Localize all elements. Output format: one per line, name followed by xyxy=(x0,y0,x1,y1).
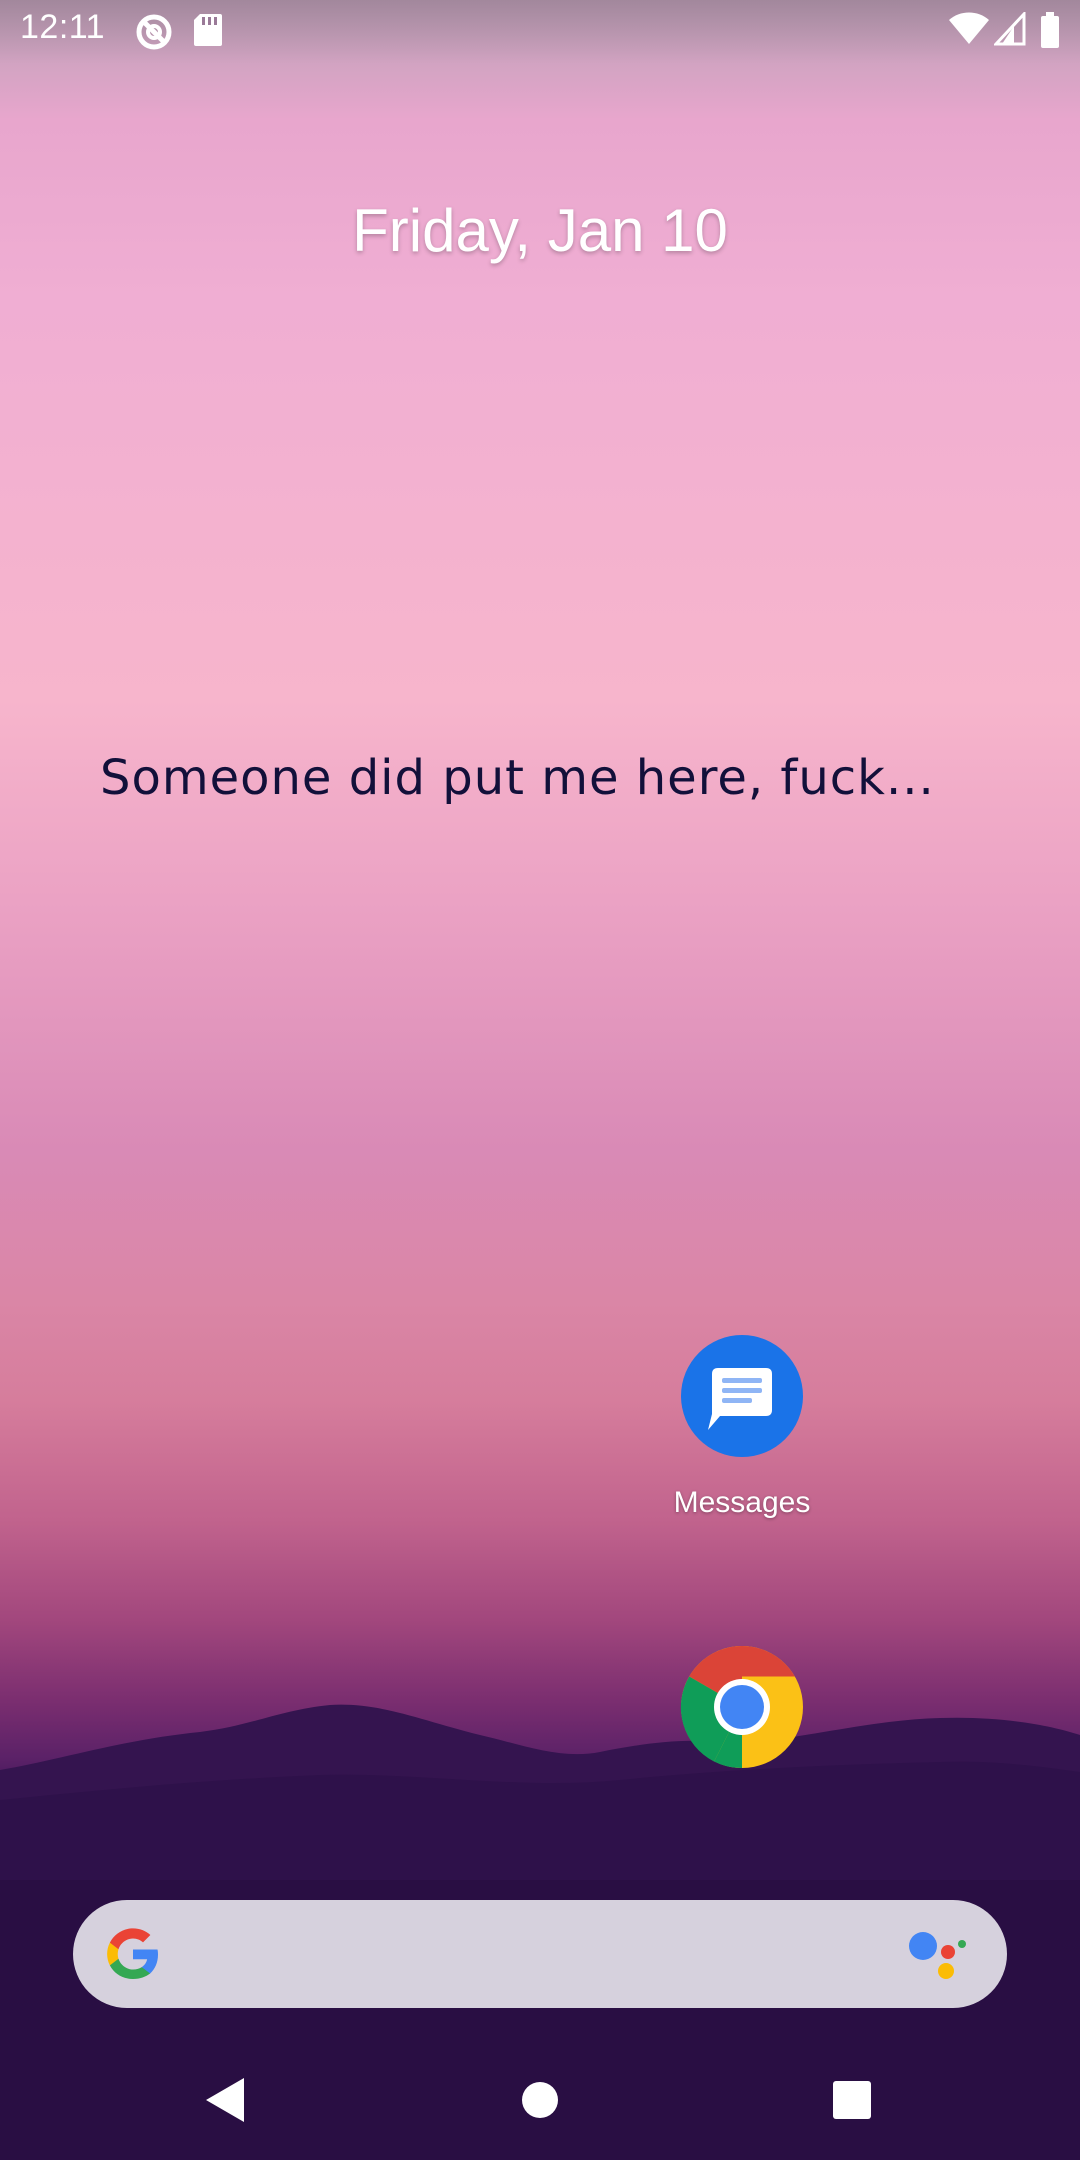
app-label-messages: Messages xyxy=(673,1486,811,1519)
home-screen: 12:11 Friday, Jan 10 Someone did put me … xyxy=(0,0,1080,2160)
wifi-icon xyxy=(949,12,989,44)
chrome-icon xyxy=(680,1646,803,1769)
messages-icon xyxy=(681,1335,803,1457)
navigation-bar xyxy=(0,2040,1080,2160)
do-not-disturb-icon xyxy=(136,14,172,50)
google-assistant-icon[interactable] xyxy=(907,1926,967,1982)
app-messages[interactable]: Messages xyxy=(674,1334,810,1519)
sd-card-icon xyxy=(194,14,222,46)
back-icon[interactable] xyxy=(196,2070,256,2130)
status-time: 12:11 xyxy=(20,8,106,46)
battery-icon xyxy=(1041,12,1059,48)
google-g-icon[interactable] xyxy=(103,1924,163,1984)
cell-signal-icon xyxy=(994,12,1026,46)
recents-icon[interactable] xyxy=(822,2070,882,2130)
google-search-bar[interactable] xyxy=(73,1900,1007,2008)
status-bar: 12:11 xyxy=(0,0,1080,64)
overlay-message: Someone did put me here, fuck... xyxy=(100,750,935,806)
app-chrome[interactable] xyxy=(680,1645,804,1769)
home-icon[interactable] xyxy=(510,2070,570,2130)
date-widget[interactable]: Friday, Jan 10 xyxy=(0,196,1080,265)
